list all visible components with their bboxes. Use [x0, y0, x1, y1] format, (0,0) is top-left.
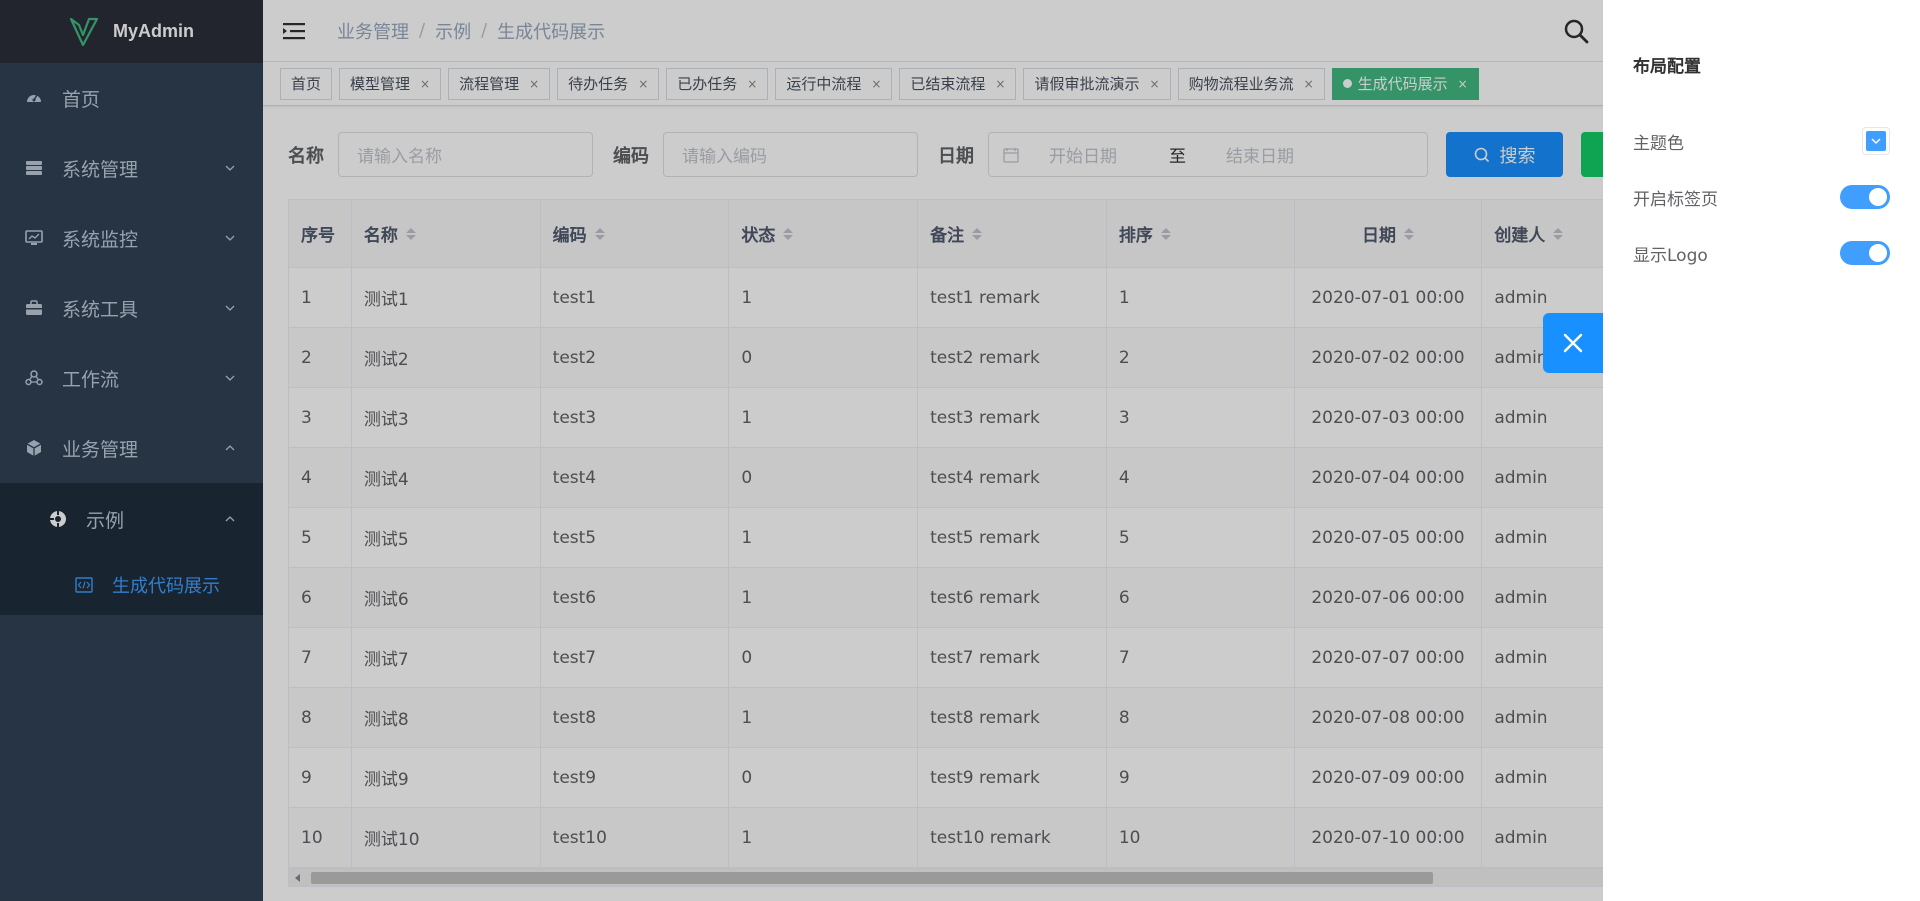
theme-color-picker[interactable]	[1862, 127, 1890, 155]
close-drawer-button[interactable]	[1543, 313, 1603, 373]
logo-switch[interactable]	[1840, 241, 1890, 265]
theme-color-setting: 主题色	[1633, 113, 1890, 169]
theme-color-label: 主题色	[1633, 133, 1684, 154]
settings-drawer: 布局配置 主题色 开启标签页 显示Logo	[1603, 0, 1920, 901]
tags-view-label: 开启标签页	[1633, 189, 1718, 210]
logo-setting: 显示Logo	[1633, 225, 1890, 281]
chevron-down-icon	[1871, 138, 1881, 145]
tags-view-setting: 开启标签页	[1633, 169, 1890, 225]
color-swatch	[1866, 131, 1886, 151]
close-icon	[1563, 333, 1583, 353]
tags-view-switch[interactable]	[1840, 185, 1890, 209]
logo-setting-label: 显示Logo	[1633, 245, 1708, 266]
modal-mask[interactable]	[0, 0, 1603, 901]
drawer-title: 布局配置	[1633, 57, 1701, 77]
